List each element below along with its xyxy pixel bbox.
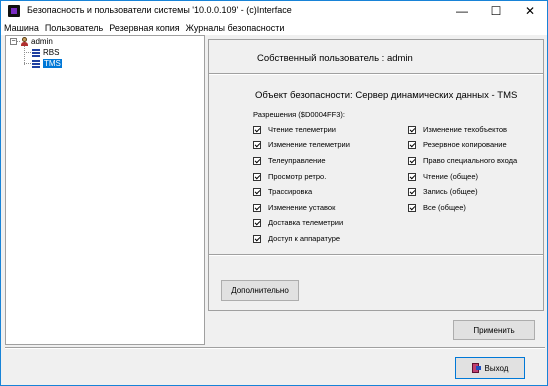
checkbox-label: Трассировка (268, 187, 313, 196)
menu-security-logs[interactable]: Журналы безопасности (183, 21, 288, 35)
permissions-panel: Собственный пользователь : admin Объект … (208, 39, 544, 311)
checkbox-label: Изменение телеметрии (268, 140, 350, 149)
user-tree[interactable]: − admin RBS TMS (5, 35, 205, 345)
main-window: Безопасность и пользователи системы '10.… (0, 0, 548, 386)
checkbox[interactable] (253, 125, 261, 134)
owner-label: Собственный пользователь : (257, 53, 385, 64)
menu-machine[interactable]: Машина (1, 21, 42, 35)
perm-backup[interactable]: Резервное копирование (408, 140, 507, 149)
tree-connector (24, 52, 31, 53)
maximize-button[interactable]: ☐ (479, 1, 513, 21)
perm-special-login[interactable]: Право специального входа (408, 156, 517, 165)
menu-backup[interactable]: Резервная копия (106, 21, 182, 35)
panel-divider (209, 254, 543, 256)
checkbox[interactable] (253, 156, 261, 165)
checkbox-label: Изменение техобъектов (423, 125, 508, 134)
checkbox-label: Все (общее) (423, 203, 466, 212)
permissions-title: Разрешения ($D0004FF3): (253, 110, 345, 119)
checkbox[interactable] (253, 172, 261, 181)
perm-all-general[interactable]: Все (общее) (408, 203, 466, 212)
menu-user[interactable]: Пользователь (42, 21, 106, 35)
tree-item-admin[interactable]: admin (20, 36, 53, 47)
checkbox[interactable] (253, 140, 261, 149)
window-title: Безопасность и пользователи системы '10.… (27, 5, 292, 15)
title-bar[interactable]: Безопасность и пользователи системы '10.… (1, 1, 547, 21)
perm-telemetry-read[interactable]: Чтение телеметрии (253, 125, 336, 134)
checkbox[interactable] (408, 156, 416, 165)
tree-item-label: RBS (43, 48, 60, 57)
checkbox-label: Доставка телеметрии (268, 218, 344, 227)
security-object: Объект безопасности: Сервер динамических… (255, 90, 517, 101)
app-icon (8, 5, 20, 17)
tree-item-label: admin (31, 37, 53, 46)
exit-icon (471, 363, 481, 373)
footer-divider (5, 347, 545, 349)
object-label: Объект безопасности: (255, 90, 353, 101)
checkbox-label: Телеуправление (268, 156, 326, 165)
checkbox[interactable] (408, 187, 416, 196)
close-button[interactable]: ✕ (513, 1, 547, 21)
user-icon (20, 37, 29, 46)
perm-telemetry-delivery[interactable]: Доставка телеметрии (253, 218, 343, 227)
minimize-button[interactable]: — (445, 1, 479, 21)
perm-setpoints-change[interactable]: Изменение уставок (253, 203, 335, 212)
exit-button[interactable]: Выход (455, 357, 525, 379)
perm-retro-view[interactable]: Просмотр ретро. (253, 172, 326, 181)
advanced-button[interactable]: Дополнительно (221, 280, 299, 301)
perm-techobjects-change[interactable]: Изменение техобъектов (408, 125, 507, 134)
exit-label: Выход (484, 363, 509, 373)
perm-telecontrol[interactable]: Телеуправление (253, 156, 326, 165)
checkbox-label: Просмотр ретро. (268, 172, 327, 181)
checkbox-label: Изменение уставок (268, 203, 336, 212)
panel-divider (209, 73, 543, 75)
server-icon (32, 59, 41, 68)
checkbox[interactable] (253, 234, 261, 243)
perm-hardware-access[interactable]: Доступ к аппаратуре (253, 234, 340, 243)
perm-tracing[interactable]: Трассировка (253, 187, 312, 196)
checkbox[interactable] (408, 203, 416, 212)
collapse-toggle[interactable]: − (10, 38, 17, 45)
checkbox[interactable] (253, 218, 261, 227)
tree-item-label: TMS (43, 59, 62, 68)
checkbox-label: Чтение телеметрии (268, 125, 336, 134)
checkbox-label: Доступ к аппаратуре (268, 234, 341, 243)
perm-write-general[interactable]: Запись (общее) (408, 187, 478, 196)
tree-item-rbs[interactable]: RBS (32, 47, 59, 58)
checkbox-label: Чтение (общее) (423, 172, 478, 181)
tree-item-tms[interactable]: TMS (32, 58, 62, 69)
perm-read-general[interactable]: Чтение (общее) (408, 172, 478, 181)
checkbox[interactable] (408, 172, 416, 181)
checkbox[interactable] (408, 125, 416, 134)
owner-value: admin (386, 53, 413, 64)
checkbox-label: Право специального входа (423, 156, 518, 165)
owner-user: Собственный пользователь : admin (257, 53, 413, 64)
apply-button[interactable]: Применить (453, 320, 535, 340)
checkbox[interactable] (408, 140, 416, 149)
menu-bar: Машина Пользователь Резервная копия Журн… (1, 21, 547, 35)
checkbox[interactable] (253, 187, 261, 196)
server-icon (32, 48, 41, 57)
checkbox-label: Запись (общее) (423, 187, 478, 196)
object-value: Сервер динамических данных - TMS (355, 90, 518, 101)
perm-telemetry-change[interactable]: Изменение телеметрии (253, 140, 350, 149)
checkbox[interactable] (253, 203, 261, 212)
tree-connector (24, 63, 31, 64)
checkbox-label: Резервное копирование (423, 140, 507, 149)
